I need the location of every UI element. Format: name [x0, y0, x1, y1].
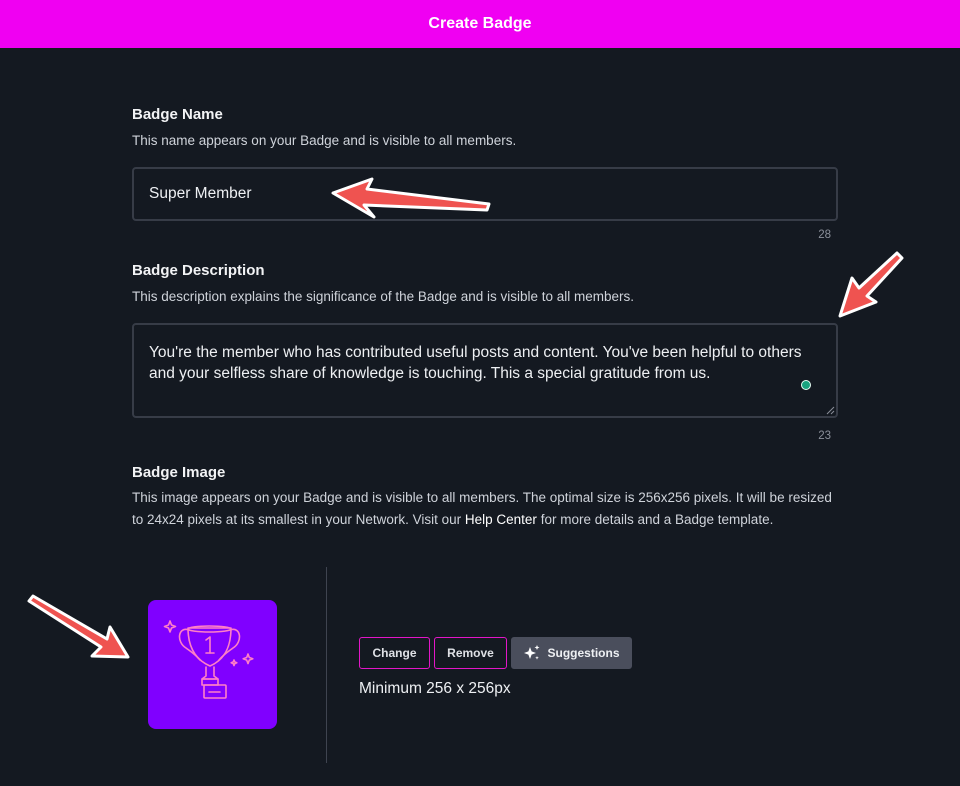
badge-image-preview — [148, 600, 277, 729]
suggestions-button[interactable]: Suggestions — [511, 637, 632, 669]
badge-image-title: Badge Image — [132, 464, 226, 481]
remove-image-button[interactable]: Remove — [434, 637, 507, 669]
badge-name-value: Super Member — [149, 185, 252, 202]
suggestions-label: Suggestions — [547, 646, 620, 660]
badge-name-counter: 28 — [818, 229, 831, 241]
grammar-check-icon[interactable] — [801, 380, 811, 390]
badge-description-textarea[interactable]: You're the member who has contributed us… — [132, 323, 838, 418]
page-header: Create Badge — [0, 0, 960, 48]
sparkles-icon — [524, 645, 540, 660]
badge-name-input[interactable]: Super Member — [132, 167, 838, 221]
annotation-arrow-image — [27, 594, 130, 659]
change-image-button[interactable]: Change — [359, 637, 430, 669]
badge-description-help: This description explains the significan… — [132, 289, 635, 304]
help-center-link[interactable]: Help Center — [465, 512, 537, 527]
vertical-divider — [326, 567, 327, 763]
annotation-arrow-description — [838, 251, 904, 318]
trophy-icon — [163, 620, 254, 699]
minimum-size-note: Minimum 256 x 256px — [359, 680, 511, 697]
badge-image-actions: Change Remove Suggestions — [359, 637, 632, 669]
page-title: Create Badge — [428, 15, 532, 32]
badge-image-help: This image appears on your Badge and is … — [132, 487, 838, 530]
badge-description-counter: 23 — [818, 430, 831, 442]
badge-description-title: Badge Description — [132, 262, 265, 279]
badge-description-value: You're the member who has contributed us… — [149, 344, 802, 382]
resize-handle-icon[interactable] — [826, 406, 835, 415]
badge-name-help: This name appears on your Badge and is v… — [132, 133, 517, 148]
badge-name-title: Badge Name — [132, 106, 223, 123]
badge-image-help-text-end: for more details and a Badge template. — [536, 511, 774, 527]
